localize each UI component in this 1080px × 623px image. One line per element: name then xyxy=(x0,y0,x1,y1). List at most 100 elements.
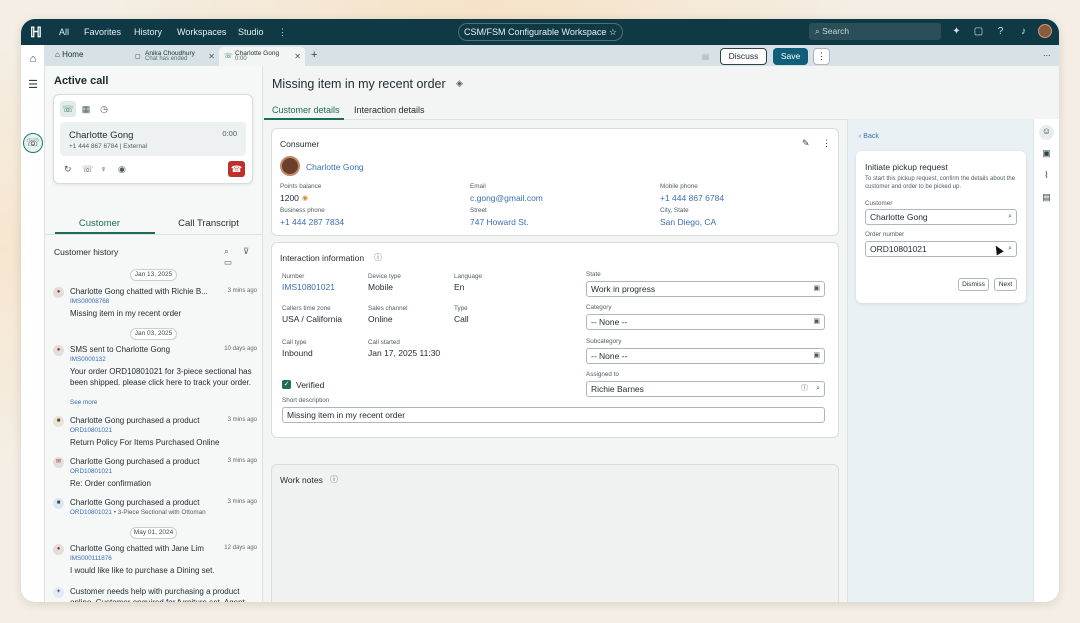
number-value[interactable]: IMS10801021 xyxy=(282,282,335,292)
document-icon[interactable]: ▤ xyxy=(1040,191,1053,204)
device-value: Mobile xyxy=(368,282,394,292)
nav-all[interactable]: All xyxy=(59,27,69,37)
history-id[interactable]: IMS0000132 xyxy=(70,356,106,363)
phone-icon[interactable]: ☏ xyxy=(60,101,76,117)
help-icon[interactable]: ? xyxy=(994,25,1007,38)
city-value[interactable]: San Diego, CA xyxy=(660,217,716,227)
short-description-input[interactable]: Missing item in my recent order xyxy=(282,407,825,423)
nav-studio[interactable]: Studio xyxy=(238,27,264,37)
history-body: Re: Order confirmation xyxy=(70,479,151,488)
more-actions-button[interactable]: ⋮ xyxy=(813,48,830,65)
record-icon[interactable]: ◉ xyxy=(118,164,136,175)
history-id[interactable]: ORD10801021 xyxy=(70,468,112,475)
close-icon[interactable]: ✕ xyxy=(294,52,301,61)
tz-label: Callers time zone xyxy=(282,305,331,312)
customer-history-title: Customer history xyxy=(54,247,119,257)
global-search-input[interactable]: ⌕ Search xyxy=(809,23,941,40)
info-icon[interactable]: ⓘ xyxy=(330,474,338,485)
assigned-to-input[interactable]: Richie Barnes ⓘ ⌕ xyxy=(586,381,825,397)
bell-icon[interactable]: ♪ xyxy=(1017,25,1030,38)
transfer-icon[interactable]: ↻ xyxy=(64,164,82,175)
category-select[interactable]: -- None -- ▣ xyxy=(586,314,825,330)
caller-name: Charlotte Gong xyxy=(69,130,134,141)
add-tab-button[interactable]: + xyxy=(311,49,317,61)
points-value: 1200 xyxy=(280,193,299,203)
print-icon[interactable]: ▤ xyxy=(697,48,714,65)
category-label: Category xyxy=(586,304,612,311)
consumer-name-link[interactable]: Charlotte Gong xyxy=(306,162,364,172)
customer-input[interactable]: Charlotte Gong ⌕ xyxy=(865,209,1017,225)
nav-more-icon[interactable]: ⋮ xyxy=(278,27,287,38)
email-value[interactable]: c.gong@gmail.com xyxy=(470,193,543,203)
nav-favorites[interactable]: Favorites xyxy=(84,27,121,37)
see-more-link[interactable]: See more xyxy=(70,399,97,406)
search-icon[interactable]: ⌕ xyxy=(224,246,236,257)
filter-icon[interactable]: ⊽ xyxy=(243,246,255,257)
next-button[interactable]: Next xyxy=(994,278,1017,291)
business-value[interactable]: +1 444 287 7834 xyxy=(280,217,344,227)
history-id[interactable]: IMS000111876 xyxy=(70,555,112,562)
agent-assist-icon[interactable]: ☺ xyxy=(1039,125,1054,140)
customer-label: Customer xyxy=(865,200,893,207)
tag-icon[interactable]: ◈ xyxy=(456,78,463,89)
more-icon[interactable]: ⋮ xyxy=(822,138,831,149)
dismiss-button[interactable]: Dismiss xyxy=(958,278,989,291)
home-icon[interactable]: ⌂ xyxy=(26,52,40,66)
order-id[interactable]: ORD10801021 xyxy=(70,509,112,516)
info-icon[interactable]: ⓘ xyxy=(801,382,808,396)
clock-icon[interactable]: ◷ xyxy=(96,101,112,117)
briefcase-icon[interactable]: ▣ xyxy=(1040,147,1053,160)
app-window: ℍ All Favorites History Workspaces Studi… xyxy=(21,19,1059,602)
workspace-switcher[interactable]: CSM/FSM Configurable Workspace ☆ xyxy=(458,23,623,41)
subcategory-select[interactable]: -- None -- ▣ xyxy=(586,348,825,364)
history-line: SMS sent to Charlotte Gong xyxy=(70,345,171,354)
search-icon[interactable]: ⌕ xyxy=(816,382,820,396)
save-button[interactable]: Save xyxy=(773,48,808,65)
hangup-button[interactable]: ☎ xyxy=(228,161,245,177)
search-icon[interactable]: ⌕ xyxy=(1008,210,1012,224)
state-select[interactable]: Work in progress ▣ xyxy=(586,281,825,297)
keypad-icon[interactable]: ▦ xyxy=(78,101,94,117)
history-body: Missing item in my recent order xyxy=(70,309,182,318)
tab-customer[interactable]: Customer xyxy=(45,218,154,229)
mic-icon[interactable]: ♆ xyxy=(100,164,118,174)
overflow-icon[interactable]: ... xyxy=(1043,48,1051,58)
history-id[interactable]: IMS00008768 xyxy=(70,298,109,305)
hold-icon[interactable]: ☏ xyxy=(82,164,100,175)
history-body: Your order ORD10801021 for 3-piece secti… xyxy=(70,367,252,387)
tab-anika-choudhury[interactable]: ▢ Anika Choudhury Chat has ended ✕ xyxy=(131,47,219,66)
history-id[interactable]: ORD10801021 xyxy=(70,427,112,434)
mobile-value[interactable]: +1 444 867 6784 xyxy=(660,193,724,203)
history-id[interactable]: ORD10801021 • 3-Piece Sectional with Ott… xyxy=(70,509,206,516)
discuss-button[interactable]: Discuss xyxy=(720,48,767,65)
list-icon[interactable]: ☰ xyxy=(26,78,40,92)
close-icon[interactable]: ✕ xyxy=(208,52,215,61)
logo-icon[interactable]: ℍ xyxy=(30,24,46,40)
paperclip-icon[interactable]: ⌇ xyxy=(1040,169,1053,182)
type-label: Type xyxy=(454,305,468,312)
tab-call-transcript[interactable]: Call Transcript xyxy=(154,218,263,229)
tab-interaction-details[interactable]: Interaction details xyxy=(354,105,425,115)
tab-charlotte-gong[interactable]: ☏ Charlotte Gong 0:00 ✕ xyxy=(219,47,305,66)
nav-workspaces[interactable]: Workspaces xyxy=(177,27,226,37)
started-value: Jan 17, 2025 11:30 xyxy=(368,348,441,358)
search-icon[interactable]: ⌕ xyxy=(1008,242,1012,256)
calendar-icon[interactable]: ▭ xyxy=(224,257,236,268)
short-desc-label: Short description xyxy=(282,397,330,404)
info-icon[interactable]: ⓘ xyxy=(374,252,382,263)
sparkle-icon[interactable]: ✦ xyxy=(950,25,963,38)
edit-icon[interactable]: ✎ xyxy=(802,138,810,149)
history-time: 3 mins ago xyxy=(227,417,257,423)
nav-history[interactable]: History xyxy=(134,27,162,37)
user-avatar[interactable] xyxy=(1038,24,1052,38)
chat-icon: ● xyxy=(53,544,64,555)
star-icon[interactable]: ☆ xyxy=(609,27,617,37)
chat-icon[interactable]: ▢ xyxy=(972,25,985,38)
verified-checkbox[interactable]: ✓ xyxy=(282,380,291,389)
city-label: City, State xyxy=(660,207,689,214)
tab-home[interactable]: ⌂ Home xyxy=(49,47,109,66)
tab-customer-details[interactable]: Customer details xyxy=(272,105,340,115)
history-line: Charlotte Gong chatted with Richie B... xyxy=(70,287,208,296)
back-link[interactable]: ‹ Back xyxy=(859,133,879,140)
street-value[interactable]: 747 Howard St. xyxy=(470,217,529,227)
